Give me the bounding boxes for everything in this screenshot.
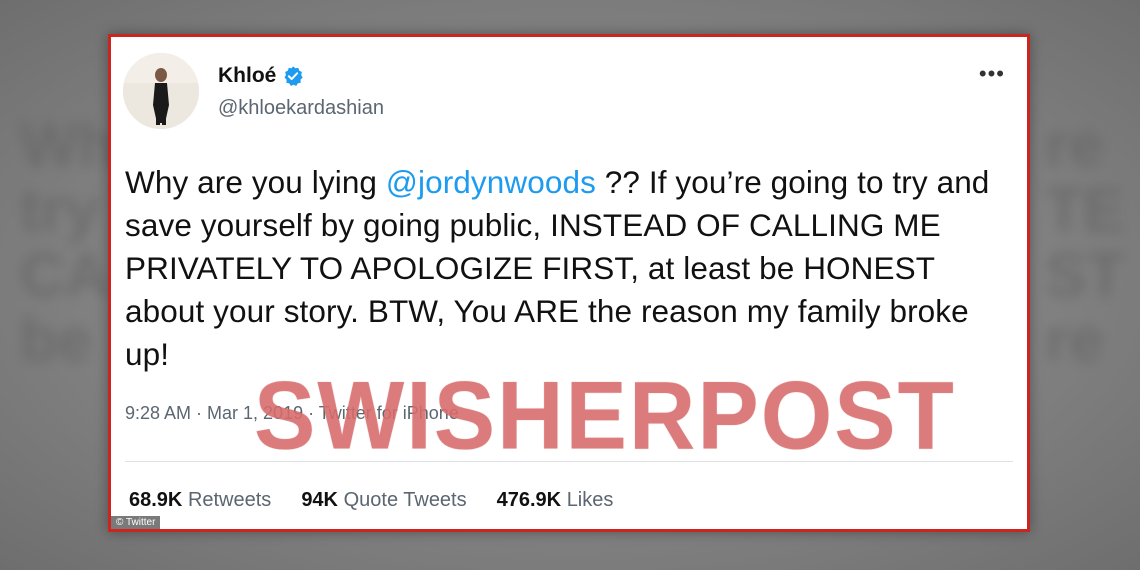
quote-tweets-stat[interactable]: 94K Quote Tweets	[301, 489, 466, 512]
watermark-logo: SWISHERPOST	[254, 362, 956, 470]
author-handle[interactable]: @khloekardashian	[218, 97, 384, 120]
likes-stat[interactable]: 476.9K Likes	[497, 489, 614, 512]
background-blur-text: CA	[20, 241, 110, 310]
quote-tweets-label: Quote Tweets	[343, 489, 467, 511]
retweets-stat[interactable]: 68.9K Retweets	[129, 489, 271, 512]
background-blur-text: try	[20, 176, 100, 245]
background-blur-text: re	[1045, 111, 1104, 180]
author-name[interactable]: Khloé	[218, 64, 276, 88]
author-name-row: Khloé	[218, 64, 304, 88]
background-blur-text: be	[20, 306, 93, 375]
avatar-image	[123, 53, 199, 129]
avatar[interactable]	[123, 53, 199, 129]
mention-link[interactable]: @jordynwoods	[386, 164, 596, 200]
tweet-text-start: Why are you lying	[125, 164, 386, 200]
retweets-label: Retweets	[187, 489, 272, 511]
verified-badge-icon	[284, 66, 303, 86]
more-options-icon[interactable]: •••	[979, 61, 1005, 87]
background-blur-text: re	[1045, 306, 1104, 375]
quote-tweets-count: 94K	[301, 489, 339, 511]
engagement-stats: 68.9K Retweets 94K Quote Tweets 476.9K L…	[129, 489, 613, 512]
background-blur-text: ST	[1045, 241, 1125, 310]
retweets-count: 68.9K	[129, 489, 183, 511]
image-credit: © Twitter	[111, 516, 161, 529]
tweet-text: Why are you lying @jordynwoods ?? If you…	[125, 161, 1015, 376]
background-blur-text: Wh	[20, 111, 117, 180]
background-blur-text: TE	[1045, 176, 1125, 245]
likes-label: Likes	[566, 489, 614, 511]
likes-count: 476.9K	[496, 489, 562, 511]
